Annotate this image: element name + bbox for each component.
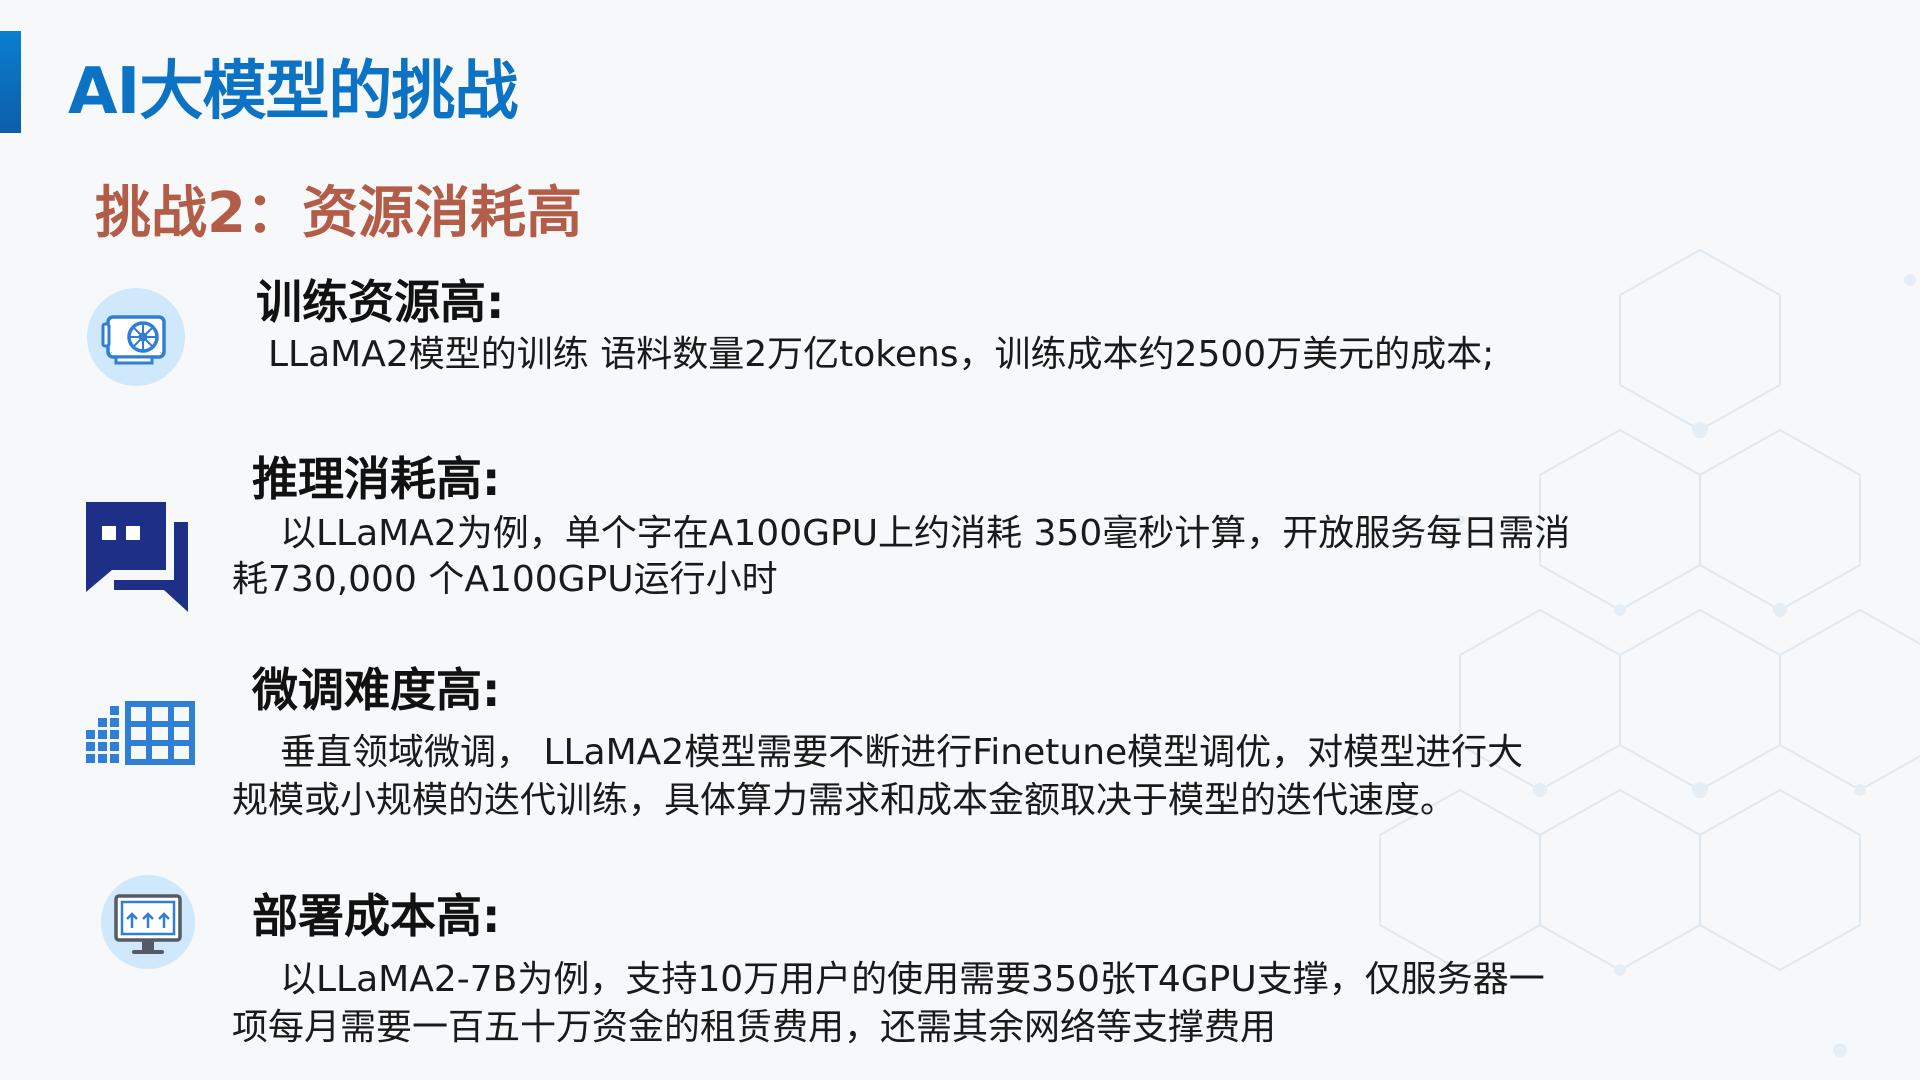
page-title: AI大模型的挑战 bbox=[68, 55, 518, 129]
item-heading-training: 训练资源高: bbox=[256, 275, 505, 329]
item-heading-finetune: 微调难度高: bbox=[252, 663, 501, 717]
server-grid-icon bbox=[86, 701, 195, 765]
title-accent-bar bbox=[0, 31, 21, 133]
item-body-finetune-line-2: 规模或小规模的迭代训练，具体算力需求和成本金额取决于模型的迭代速度。 bbox=[232, 780, 1457, 821]
monitor-upload-icon bbox=[101, 875, 195, 969]
item-body-finetune-line-1: 垂直领域微调， LLaMA2模型需要不断进行Finetune模型调优，对模型进行… bbox=[280, 732, 1524, 773]
item-body-training-line-1: LLaMA2模型的训练 语料数量2万亿tokens，训练成本约2500万美元的成… bbox=[268, 334, 1495, 375]
item-body-inference-line-1: 以LLaMA2为例，单个字在A100GPU上约消耗 350毫秒计算，开放服务每日… bbox=[280, 513, 1571, 554]
item-body-deployment-line-2: 项每月需要一百五十万资金的租赁费用，还需其余网络等支撑费用 bbox=[232, 1007, 1277, 1048]
gpu-card-icon bbox=[87, 288, 185, 386]
chat-bubble-icon bbox=[86, 502, 188, 612]
item-heading-inference: 推理消耗高: bbox=[252, 452, 501, 506]
item-heading-deployment: 部署成本高: bbox=[252, 889, 501, 943]
section-subtitle: 挑战2：资源消耗高 bbox=[95, 181, 582, 246]
item-body-deployment-line-1: 以LLaMA2-7B为例，支持10万用户的使用需要350张T4GPU支撑，仅服务… bbox=[280, 959, 1545, 1000]
item-body-inference-line-2: 耗730,000 个A100GPU运行小时 bbox=[232, 559, 778, 600]
